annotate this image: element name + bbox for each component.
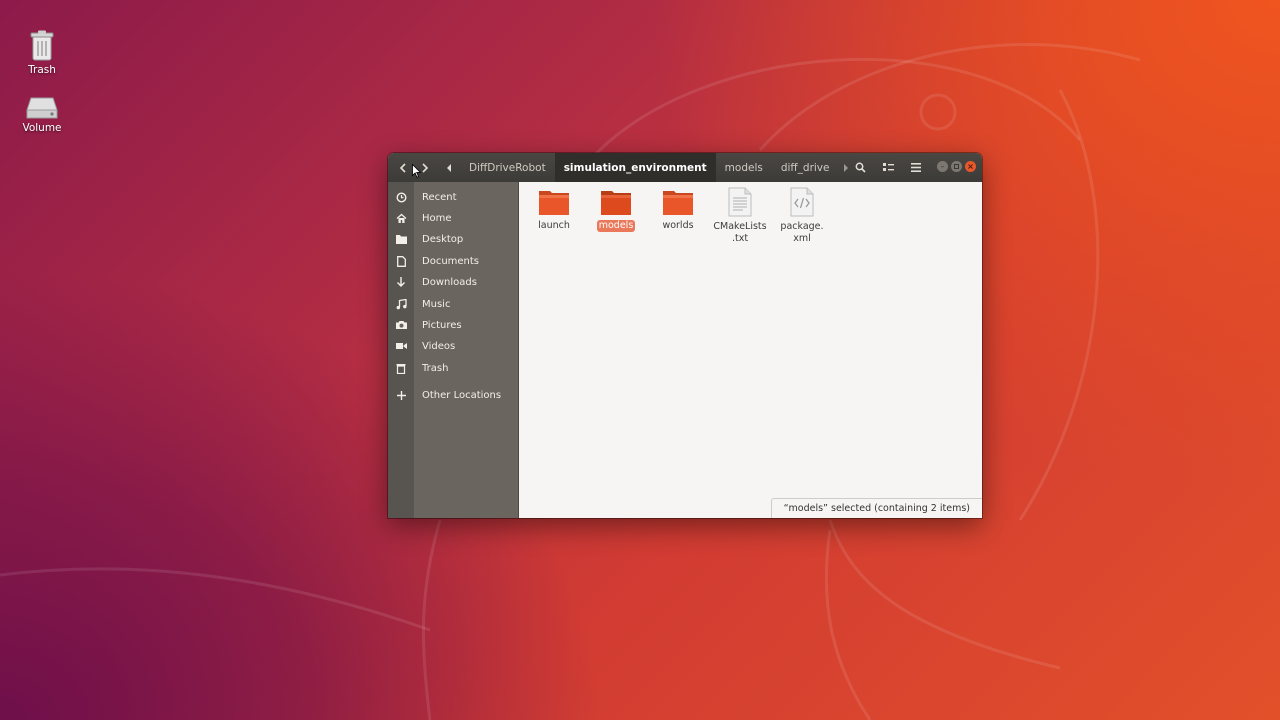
folder-icon (601, 191, 631, 215)
sidebar-item-label: Pictures (422, 319, 462, 331)
sidebar-item-label: Documents (422, 255, 480, 267)
sidebar-item-music[interactable]: Music (388, 294, 519, 314)
status-text: “models” selected (containing 2 items) (783, 503, 970, 514)
sidebar-item-label: Desktop (422, 233, 464, 245)
sidebar-item-label: Music (422, 298, 451, 310)
search-button[interactable] (849, 153, 871, 182)
sidebar-item-label: Trash (422, 362, 449, 374)
file-item-cmakelists[interactable]: CMakeLists .txt (709, 187, 771, 245)
breadcrumb-diff-drive[interactable]: diff_drive (772, 153, 839, 182)
close-button[interactable]: × (965, 161, 976, 172)
back-arrow-icon (399, 162, 406, 173)
home-icon (396, 213, 406, 223)
desktop-volume-icon[interactable]: Volume (10, 96, 74, 134)
folder-icon (539, 191, 569, 215)
view-options-button[interactable] (877, 153, 899, 182)
file-name-extension: xml (793, 233, 811, 244)
desktop-icon-label: Trash (28, 64, 56, 76)
sidebar-item-label: Videos (422, 340, 456, 352)
status-bar: “models” selected (containing 2 items) (770, 498, 982, 518)
search-icon (855, 162, 866, 173)
hamburger-menu-icon (911, 163, 921, 172)
text-file-icon (728, 187, 752, 217)
xml-file-icon (790, 187, 814, 217)
view-options-icon (882, 163, 894, 171)
breadcrumb-simulation-environment[interactable]: simulation_environment (554, 153, 716, 182)
camera-icon (395, 321, 407, 329)
file-name: CMakeLists (713, 221, 767, 232)
breadcrumb-models[interactable]: models (716, 153, 772, 182)
trash-icon (30, 30, 54, 61)
download-arrow-icon (397, 276, 405, 287)
sidebar: Recent Home Desktop Documents Downloads … (395, 182, 519, 518)
sidebar-item-label: Recent (422, 191, 457, 203)
clock-icon (395, 191, 407, 203)
video-camera-icon (395, 343, 407, 349)
sidebar-item-desktop[interactable]: Desktop (388, 229, 519, 249)
sidebar-item-label: Other Locations (422, 389, 502, 401)
file-manager-window: DiffDriveRobot simulation_environment mo… (388, 153, 982, 518)
file-view: launch models worlds CMakeLists .txt pac… (519, 182, 982, 518)
file-name: launch (538, 220, 570, 231)
sidebar-item-trash[interactable]: Trash (388, 358, 519, 378)
folder-icon (395, 235, 407, 244)
sidebar-item-downloads[interactable]: Downloads (388, 272, 519, 292)
file-item-models[interactable]: models (585, 188, 647, 232)
breadcrumb-scroll-left-icon (447, 163, 451, 172)
minimize-button[interactable]: – (937, 161, 948, 172)
mouse-cursor-icon (412, 164, 421, 178)
sidebar-item-pictures[interactable]: Pictures (388, 315, 519, 335)
sidebar-item-home[interactable]: Home (388, 208, 519, 228)
file-item-package-xml[interactable]: package. xml (771, 187, 833, 245)
file-name: models (596, 220, 636, 232)
sidebar-item-recent[interactable]: Recent (388, 187, 519, 207)
music-note-icon (396, 298, 407, 309)
sidebar-item-label: Downloads (422, 276, 477, 288)
sidebar-item-label: Home (422, 212, 452, 224)
document-icon (396, 255, 406, 267)
drive-icon (26, 97, 58, 119)
sidebar-item-documents[interactable]: Documents (388, 251, 519, 271)
close-icon: × (967, 161, 974, 171)
file-name: worlds (662, 220, 694, 231)
file-item-launch[interactable]: launch (523, 188, 585, 232)
header-bar: DiffDriveRobot simulation_environment mo… (388, 153, 982, 182)
maximize-button[interactable] (951, 161, 962, 172)
breadcrumb-scroll-left[interactable] (438, 153, 460, 182)
sidebar-item-videos[interactable]: Videos (388, 336, 519, 356)
maximize-icon (954, 164, 959, 169)
breadcrumb-diffdriverobot[interactable]: DiffDriveRobot (460, 153, 555, 182)
trash-icon (396, 363, 406, 374)
sidebar-item-other-locations[interactable]: Other Locations (388, 385, 519, 405)
minimize-icon: – (940, 161, 945, 171)
file-item-worlds[interactable]: worlds (647, 188, 709, 232)
back-button[interactable] (392, 153, 414, 182)
file-name: package. (780, 221, 824, 232)
menu-button[interactable] (905, 153, 927, 182)
desktop-trash-icon[interactable]: Trash (10, 30, 74, 76)
desktop-icon-label: Volume (22, 122, 62, 134)
folder-icon (663, 191, 693, 215)
plus-icon (396, 390, 406, 400)
forward-arrow-icon (422, 162, 429, 173)
file-name-extension: .txt (731, 233, 749, 244)
